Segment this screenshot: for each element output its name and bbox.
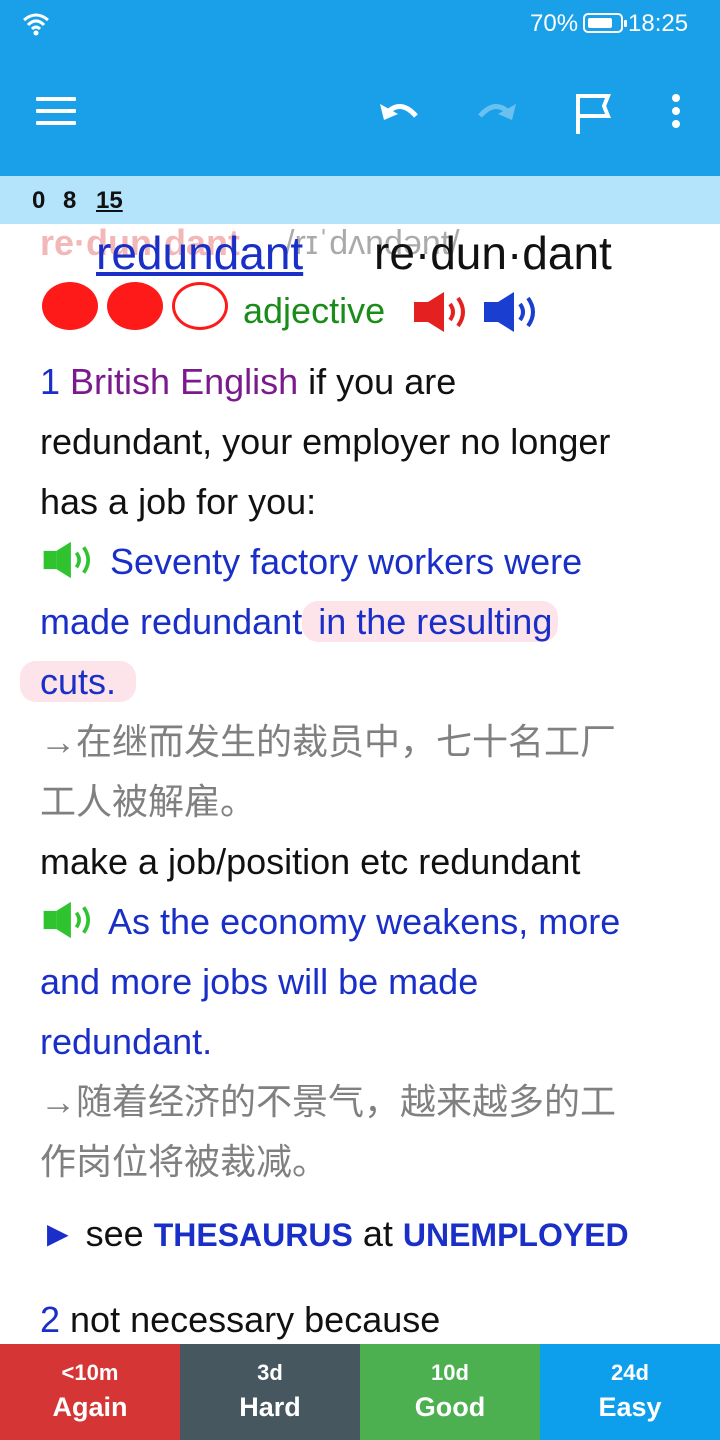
definition-line: has a job for you:	[40, 481, 317, 522]
speaker-icon[interactable]	[40, 540, 100, 580]
translation-line: 作岗位将被裁减。	[40, 1141, 329, 1182]
example-line: made redundant in the resulting	[40, 592, 700, 652]
example-highlight: cuts.	[20, 661, 137, 702]
review-count: 15	[96, 187, 123, 214]
speaker-icon[interactable]	[412, 290, 474, 334]
sense-number: 2	[40, 1299, 61, 1340]
card-content[interactable]: re·dun·dant /rɪˈdʌndənt/ redundant re·du…	[0, 224, 720, 1344]
frequency-dot-filled	[42, 282, 98, 330]
at-text: at	[352, 1213, 403, 1254]
definition-line: 2 not necessary because	[40, 1290, 700, 1344]
definition-line: redundant, your employer no longer	[40, 421, 611, 462]
hard-interval: 3d	[257, 1360, 283, 1385]
example-line: cuts.	[20, 652, 680, 712]
definition-text: not necessary because	[60, 1299, 441, 1340]
clock: 18:25	[628, 10, 689, 37]
again-interval: <10m	[61, 1360, 119, 1385]
sense-number: 1	[40, 361, 61, 402]
app-toolbar	[0, 50, 720, 176]
status-bar: 70% 18:25	[0, 0, 720, 50]
hard-label: Hard	[239, 1392, 301, 1422]
example-line: and more jobs will be made	[40, 961, 479, 1002]
again-button[interactable]: <10m Again	[0, 1344, 180, 1440]
speaker-icon[interactable]	[482, 290, 544, 334]
good-button[interactable]: 10d Good	[360, 1344, 540, 1440]
hard-button[interactable]: 3d Hard	[180, 1344, 360, 1440]
cross-reference: ► see THESAURUS at UNEMPLOYED	[40, 1204, 700, 1265]
example-text: Seventy factory workers were	[110, 541, 583, 582]
translation-line: 工人被解雇。	[40, 781, 257, 822]
flag-icon[interactable]	[574, 92, 614, 136]
thesaurus-link[interactable]: THESAURUS	[154, 1217, 353, 1253]
unemployed-link[interactable]: UNEMPLOYED	[403, 1217, 629, 1253]
part-of-speech: adjective	[243, 290, 386, 331]
good-label: Good	[414, 1392, 486, 1422]
example-text: As the economy weakens, more	[108, 901, 621, 942]
arrow-icon: ►	[40, 1213, 76, 1254]
region-label: British English	[70, 361, 299, 402]
more-options-icon[interactable]	[664, 94, 688, 130]
example-line: redundant.	[40, 1021, 213, 1062]
easy-interval: 24d	[611, 1360, 649, 1385]
see-text: see	[75, 1213, 154, 1254]
undo-icon[interactable]	[376, 92, 424, 132]
good-interval: 10d	[431, 1360, 469, 1385]
translation-line: →在继而发生的裁员中，七十名工厂	[40, 721, 617, 762]
new-count: 0	[32, 187, 46, 214]
speaker-icon[interactable]	[40, 900, 100, 940]
example-highlight: in the resulting	[302, 601, 559, 642]
headword-link[interactable]: redundant	[96, 226, 303, 280]
battery-icon	[583, 13, 627, 33]
definition-line: 1 British English if you are	[40, 352, 700, 412]
easy-label: Easy	[598, 1392, 662, 1422]
battery-percent: 70%	[530, 10, 579, 37]
translation-line: →随着经济的不景气，越来越多的工	[40, 1081, 617, 1122]
again-label: Again	[52, 1392, 128, 1422]
frequency-dot-filled	[107, 282, 163, 330]
easy-button[interactable]: 24d Easy	[540, 1344, 720, 1440]
card-counts: 0 8 15	[0, 176, 720, 224]
menu-icon[interactable]	[36, 97, 76, 127]
frequency-dot-empty	[172, 282, 228, 330]
example-text: made redundant	[40, 601, 303, 642]
example-line: As the economy weakens, more	[40, 892, 700, 952]
redo-icon[interactable]	[472, 92, 520, 132]
syllabified-word: re·dun·dant	[374, 227, 612, 279]
learning-count: 8	[63, 187, 77, 214]
wifi-icon	[23, 13, 49, 36]
definition-text: if you are	[298, 361, 457, 402]
example-line: Seventy factory workers were	[40, 532, 700, 592]
phrase-line: make a job/position etc redundant	[40, 841, 581, 882]
answer-buttons: <10m Again 3d Hard 10d Good 24d Easy	[0, 1344, 720, 1440]
